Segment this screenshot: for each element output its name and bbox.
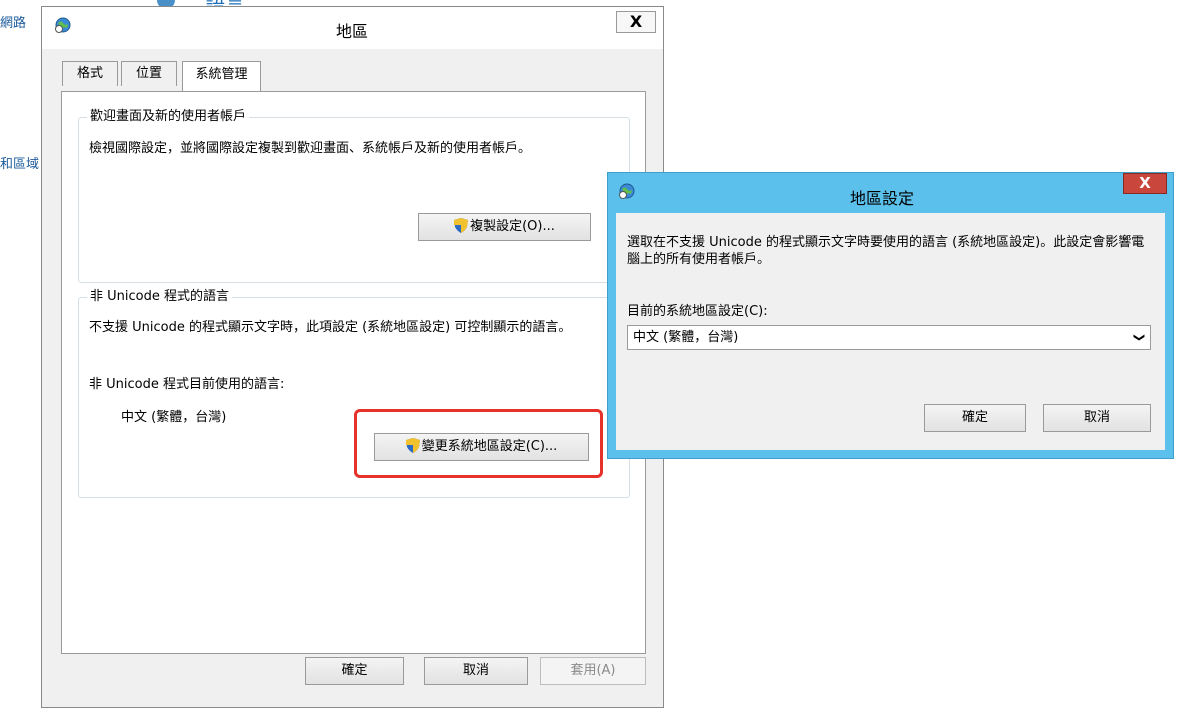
bg-sidebar-item-region[interactable]: 和區域 bbox=[0, 153, 39, 172]
close-button[interactable]: X bbox=[1123, 173, 1167, 194]
ok-button[interactable]: 確定 bbox=[305, 657, 404, 685]
cancel-button[interactable]: 取消 bbox=[1043, 404, 1151, 432]
globe-clock-icon bbox=[54, 16, 72, 34]
current-language-label: 非 Unicode 程式目前使用的語言: bbox=[89, 377, 285, 392]
uac-shield-icon bbox=[454, 217, 469, 233]
current-language-value: 中文 (繁體，台灣) bbox=[121, 410, 227, 425]
system-locale-selected-value: 中文 (繁體，台灣) bbox=[633, 330, 739, 345]
region-dialog-title: 地區 bbox=[336, 22, 369, 41]
close-button[interactable]: X bbox=[616, 11, 656, 33]
apply-button[interactable]: 套用(A) bbox=[540, 657, 646, 685]
globe-clock-icon bbox=[618, 182, 636, 200]
nonunicode-group-title: 非 Unicode 程式的語言 bbox=[87, 288, 232, 306]
system-locale-titlebar[interactable]: 地區設定 X bbox=[608, 173, 1173, 213]
chevron-down-icon: ❯ bbox=[1132, 332, 1146, 343]
nonunicode-group-description: 不支援 Unicode 的程式顯示文字時，此項設定 (系統地區設定) 可控制顯示… bbox=[89, 320, 572, 335]
system-locale-select[interactable]: 中文 (繁體，台灣) ❯ bbox=[627, 325, 1151, 350]
system-locale-description: 選取在不支援 Unicode 的程式顯示文字時要使用的語言 (系統地區設定)。此… bbox=[627, 235, 1145, 267]
system-locale-field-label: 目前的系統地區設定(C): bbox=[627, 304, 768, 319]
system-locale-body: 選取在不支援 Unicode 的程式顯示文字時要使用的語言 (系統地區設定)。此… bbox=[616, 213, 1165, 450]
ok-button[interactable]: 確定 bbox=[924, 404, 1026, 432]
highlight-box bbox=[354, 409, 603, 478]
welcome-screen-group: 歡迎畫面及新的使用者帳戶 檢視國際設定，並將國際設定複製到歡迎畫面、系統帳戶及新… bbox=[78, 108, 630, 283]
welcome-group-title: 歡迎畫面及新的使用者帳戶 bbox=[87, 108, 250, 126]
tab-formats[interactable]: 格式 bbox=[62, 61, 118, 86]
tab-administrative[interactable]: 系統管理 bbox=[182, 61, 261, 91]
welcome-group-description: 檢視國際設定，並將國際設定複製到歡迎畫面、系統帳戶及新的使用者帳戶。 bbox=[89, 141, 532, 156]
region-dialog: 地區 X 格式 位置 系統管理 歡迎畫面及新的使用者帳戶 檢視國際設定，並將國際… bbox=[41, 6, 664, 708]
system-locale-title: 地區設定 bbox=[850, 189, 915, 208]
system-locale-dialog: 地區設定 X 選取在不支援 Unicode 的程式顯示文字時要使用的語言 (系統… bbox=[607, 172, 1174, 459]
copy-settings-button[interactable]: 複製設定(O)... bbox=[418, 213, 591, 241]
tab-panel-administrative: 歡迎畫面及新的使用者帳戶 檢視國際設定，並將國際設定複製到歡迎畫面、系統帳戶及新… bbox=[61, 91, 646, 654]
bg-sidebar-item-network[interactable]: 網路 bbox=[0, 12, 26, 31]
cancel-button[interactable]: 取消 bbox=[424, 657, 528, 685]
tab-location[interactable]: 位置 bbox=[121, 61, 177, 86]
copy-settings-label: 複製設定(O)... bbox=[470, 219, 555, 234]
region-dialog-titlebar[interactable]: 地區 X bbox=[42, 7, 663, 49]
